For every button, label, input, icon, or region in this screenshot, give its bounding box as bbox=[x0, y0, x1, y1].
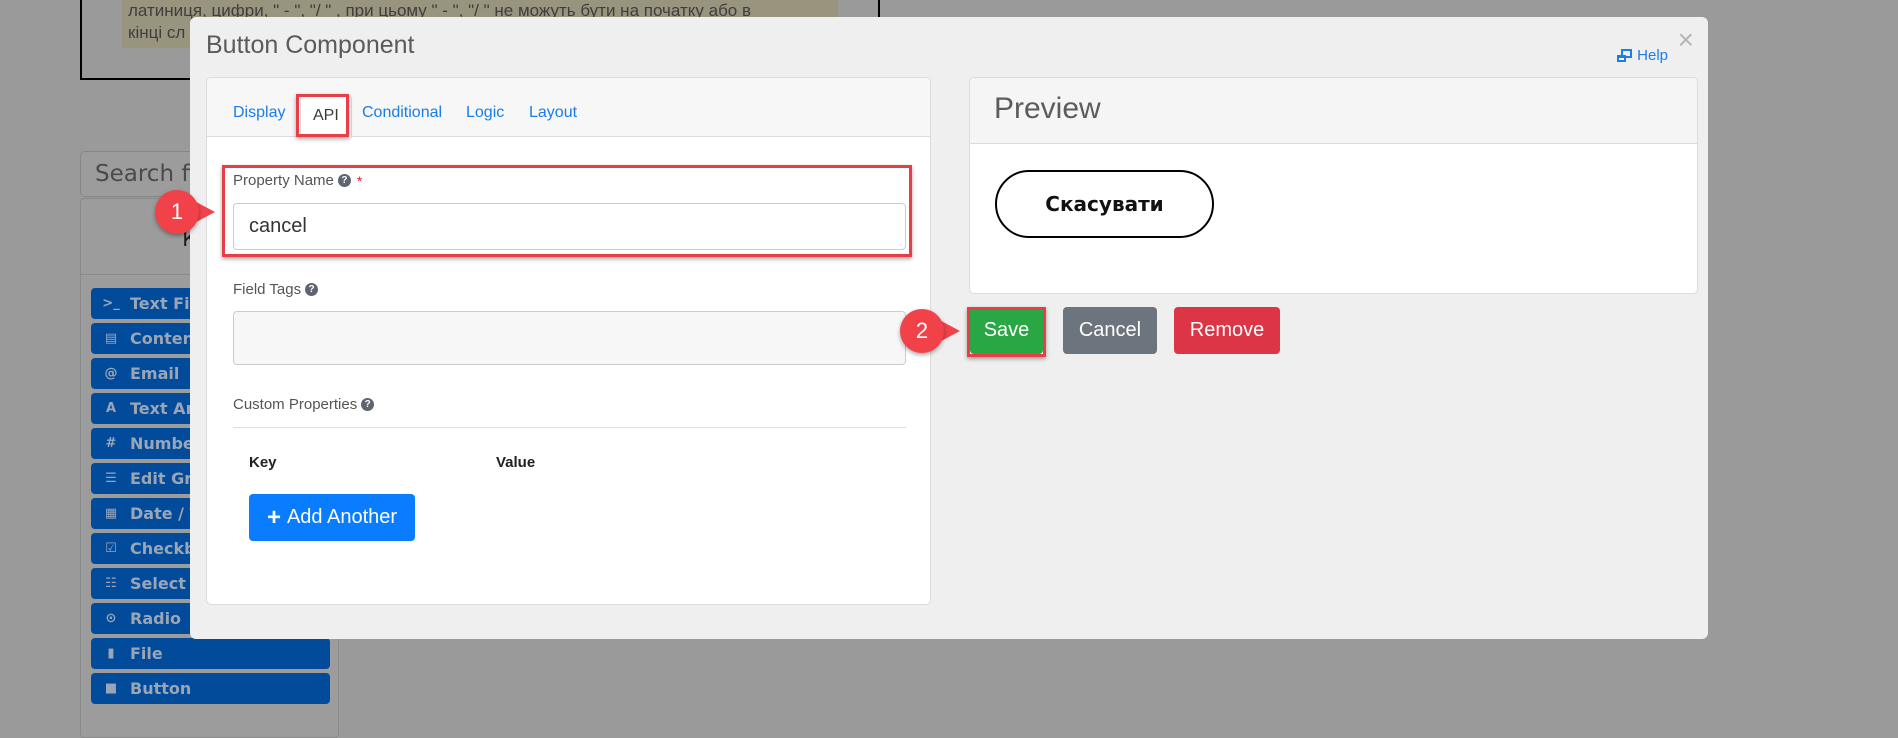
question-circle-icon: ? bbox=[361, 398, 375, 411]
sidebar-item-label: Select bbox=[130, 574, 186, 593]
file-icon: ▮ bbox=[107, 646, 115, 661]
step-2-badge: 2 bbox=[900, 309, 960, 353]
cancel-button[interactable]: Cancel bbox=[1063, 307, 1157, 354]
sidebar-item-button[interactable]: ■ Button bbox=[91, 673, 330, 704]
sidebar-item-label: File bbox=[130, 644, 163, 663]
sidebar-item-label: Button bbox=[130, 679, 192, 698]
sidebar-item-label: Radio bbox=[130, 609, 182, 628]
remove-button[interactable]: Remove bbox=[1174, 307, 1280, 354]
check-square-icon: ☑ bbox=[105, 541, 117, 556]
tab-conditional[interactable]: Conditional bbox=[362, 104, 442, 122]
property-name-input[interactable]: cancel bbox=[233, 203, 906, 250]
add-another-button[interactable]: + Add Another bbox=[249, 494, 415, 541]
question-circle-icon: ? bbox=[337, 174, 351, 187]
dot-circle-icon: ⊙ bbox=[105, 611, 117, 626]
tab-display[interactable]: Display bbox=[233, 104, 285, 122]
field-tags-label-text: Field Tags bbox=[233, 281, 302, 298]
external-link-icon bbox=[1617, 48, 1633, 62]
calendar-icon: ▦ bbox=[104, 506, 118, 521]
custom-properties-label-text: Custom Properties bbox=[233, 396, 358, 413]
required-marker: * bbox=[356, 172, 363, 189]
custom-properties-label: Custom Properties ? bbox=[233, 396, 375, 413]
custom-properties-divider bbox=[233, 427, 906, 428]
tab-api[interactable]: API bbox=[300, 95, 352, 138]
tab-layout[interactable]: Layout bbox=[529, 104, 577, 122]
field-tags-label: Field Tags ? bbox=[233, 281, 319, 298]
step-2-number: 2 bbox=[900, 309, 944, 353]
help-label: Help bbox=[1637, 47, 1668, 64]
list-icon: ☷ bbox=[105, 576, 117, 591]
step-1-badge: 1 bbox=[155, 190, 215, 234]
save-button[interactable]: Save bbox=[970, 307, 1043, 354]
field-tags-input[interactable] bbox=[233, 311, 906, 365]
property-name-label-text: Property Name bbox=[233, 172, 334, 189]
modal-title: Button Component bbox=[206, 31, 415, 59]
preview-panel: Preview Скасувати bbox=[969, 77, 1698, 294]
help-link[interactable]: Help bbox=[1616, 47, 1668, 64]
sidebar-item-label: Email bbox=[130, 364, 180, 383]
step-1-number: 1 bbox=[155, 190, 199, 234]
terminal-icon: >_ bbox=[102, 296, 120, 311]
question-circle-icon: ? bbox=[305, 283, 319, 296]
key-column-header: Key bbox=[249, 454, 277, 471]
preview-cancel-button[interactable]: Скасувати bbox=[995, 170, 1214, 238]
html5-icon: ▤ bbox=[104, 331, 118, 346]
add-another-label: Add Another bbox=[286, 506, 398, 528]
value-column-header: Value bbox=[496, 454, 536, 471]
plus-icon: + bbox=[266, 503, 281, 531]
edit-form-panel: Display API Conditional Logic Layout Pro… bbox=[206, 77, 931, 605]
hashtag-icon: # bbox=[105, 436, 117, 451]
sidebar-item-file[interactable]: ▮ File bbox=[91, 638, 330, 669]
tab-logic[interactable]: Logic bbox=[466, 104, 504, 122]
preview-title: Preview bbox=[970, 78, 1697, 144]
close-icon[interactable]: × bbox=[1678, 25, 1694, 55]
at-icon: @ bbox=[104, 366, 118, 381]
font-icon: A bbox=[105, 401, 117, 416]
tab-bar: Display API Conditional Logic Layout bbox=[207, 78, 930, 138]
property-name-label: Property Name ? * bbox=[233, 172, 362, 189]
stop-icon: ■ bbox=[104, 681, 118, 696]
tasks-icon: ☰ bbox=[105, 471, 117, 486]
